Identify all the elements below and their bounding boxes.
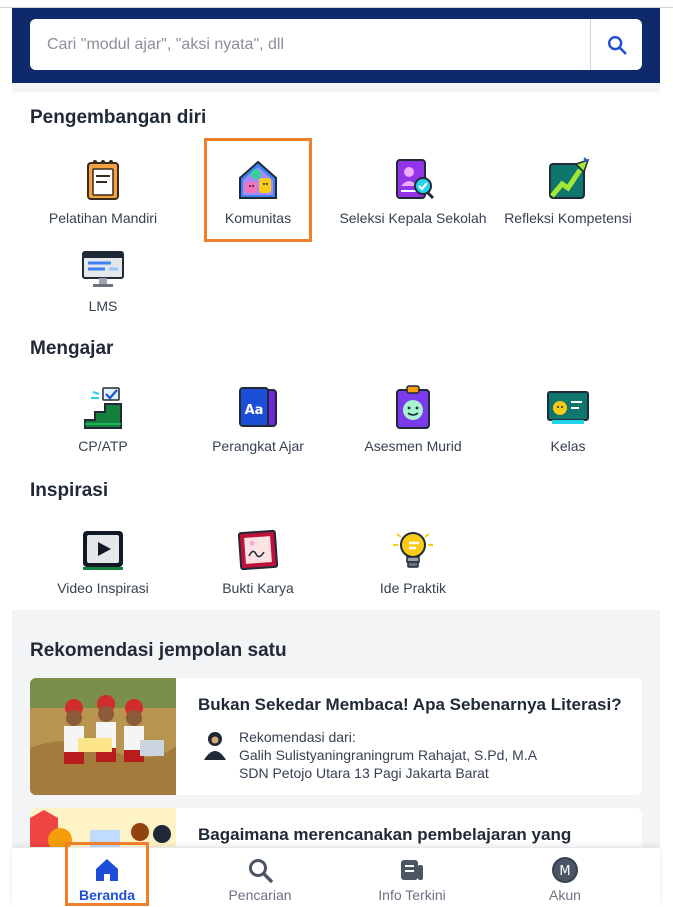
nav-label: Info Terkini [378,887,446,903]
app-screen: Pengembangan diri Pelatihan Mandiri Komu… [0,0,673,907]
article-thumbnail [30,678,176,795]
annotation-highlight-beranda [65,842,149,906]
nav-label: Pencarian [228,887,292,903]
menu-item-label: Ide Praktik [379,580,447,596]
menu-item-ide-praktik[interactable]: Ide Praktik [333,526,493,596]
section-title-inspirasi: Inspirasi [30,480,109,501]
search-button[interactable] [590,19,642,70]
lightbulb-icon [393,532,433,568]
svg-text:Aa: Aa [245,403,264,418]
growth-chart-icon [549,157,590,199]
section-title-pengembangan: Pengembangan diri [30,107,207,128]
menu-item-label: LMS [88,298,118,314]
menu-item-perangkat-ajar[interactable]: Aa Perangkat Ajar [178,384,338,454]
stairs-check-icon [84,387,122,429]
menu-item-label: Kelas [550,438,586,454]
recommendation-card[interactable]: Bukan Sekedar Membaca! Apa Sebenarnya Li… [30,678,642,795]
search-icon [607,35,627,55]
video-play-icon [83,531,123,570]
menu-item-label: Asesmen Murid [364,438,462,454]
annotation-highlight-komunitas [204,138,312,242]
card-meta: Rekomendasi dari: Galih Sulistyaningrani… [239,728,537,782]
nav-label: Akun [549,887,581,903]
menu-item-label: Pelatihan Mandiri [48,210,158,226]
menu-item-label: Bukti Karya [222,580,294,596]
menu-item-label: Video Inspirasi [57,580,149,596]
menu-item-label: Refleksi Kompetensi [504,210,632,226]
nav-pencarian[interactable]: Pencarian [200,848,320,907]
menu-item-video-inspirasi[interactable]: Video Inspirasi [23,526,183,596]
search-input[interactable] [30,19,590,70]
menu-item-seleksi-kepala-sekolah[interactable]: Seleksi Kepala Sekolah [333,156,493,226]
menu-item-lms[interactable]: LMS [23,244,183,314]
top-border [0,0,673,8]
menu-item-label: Perangkat Ajar [212,438,304,454]
nav-info-terkini[interactable]: Info Terkini [352,848,472,907]
author-name: Galih Sulistyaningraningrum Rahajat, S.P… [239,747,538,763]
framed-picture-icon [237,529,279,571]
menu-item-asesmen-murid[interactable]: Asesmen Murid [333,384,493,454]
menu-item-bukti-karya[interactable]: Bukti Karya [178,526,338,596]
menu-item-pelatihan-mandiri[interactable]: Pelatihan Mandiri [23,156,183,226]
card-title: Bagaimana merencanakan pembelajaran yang [198,825,572,844]
svg-text:M: M [559,864,570,879]
card-title: Bukan Sekedar Membaca! Apa Sebenarnya Li… [198,695,622,714]
blackboard-icon [547,391,589,424]
menu-item-kelas[interactable]: Kelas [488,384,648,454]
clipboard-face-icon [396,385,430,429]
divider-band [12,83,660,92]
menu-item-label: Seleksi Kepala Sekolah [339,210,487,226]
search-bar [30,19,642,70]
monitor-icon [82,251,124,287]
menu-item-label: CP/ATP [78,438,128,454]
notebook-icon [87,160,119,200]
section-title-mengajar: Mengajar [30,338,114,359]
avatar-icon: M [552,857,578,883]
menu-item-cp-atp[interactable]: CP/ATP [23,384,183,454]
author-avatar [204,732,226,760]
search-header [12,8,660,83]
search-icon [249,859,273,883]
recommended-by-label: Rekomendasi dari: [239,729,356,745]
news-icon [401,860,423,880]
nav-akun[interactable]: M Akun [505,848,625,907]
profile-check-icon [396,159,435,200]
menu-item-refleksi-kompetensi[interactable]: Refleksi Kompetensi [488,156,648,226]
book-aa-icon: Aa [239,387,277,427]
recommendation-title: Rekomendasi jempolan satu [30,640,287,661]
author-school: SDN Petojo Utara 13 Pagi Jakarta Barat [239,765,489,781]
